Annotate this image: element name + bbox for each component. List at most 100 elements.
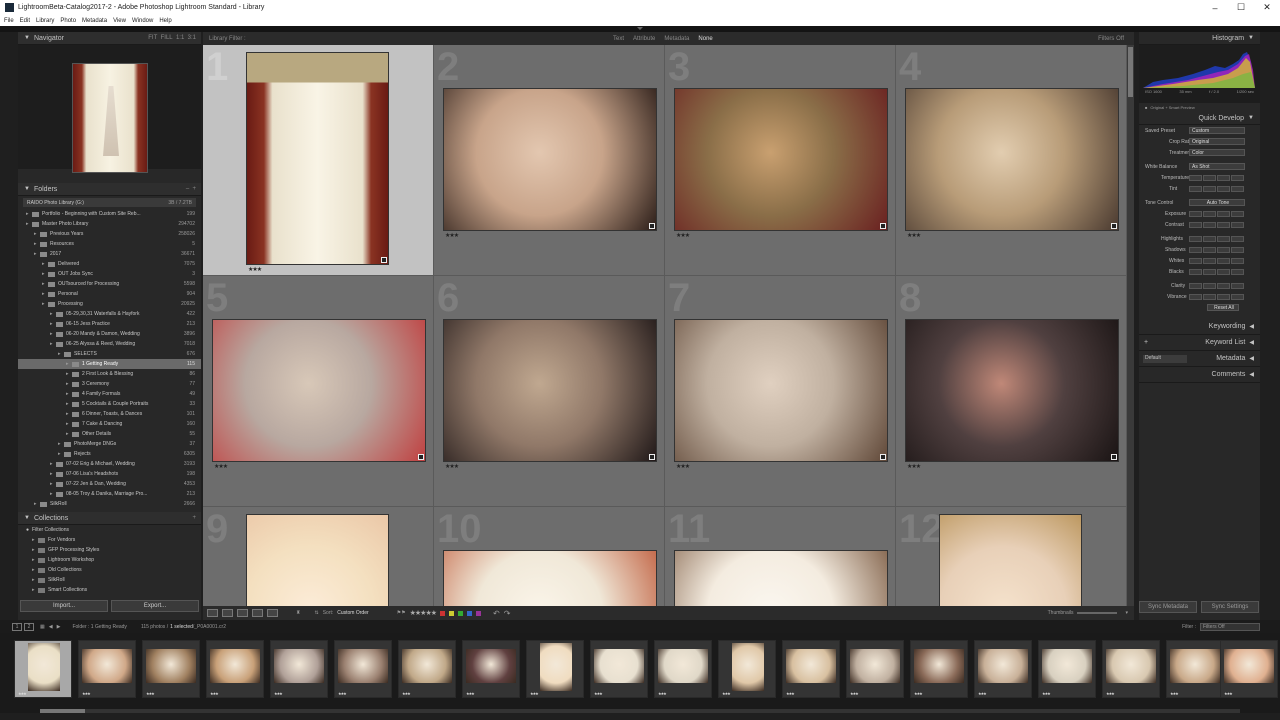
metadata-preset-dropdown[interactable]: Default: [1143, 354, 1187, 363]
grid-cell[interactable]: 1 ★★★: [203, 45, 434, 276]
folder-item[interactable]: ▸ OUTsourced for Processing 5598: [18, 279, 201, 289]
navigator-preview[interactable]: [18, 45, 201, 173]
filmstrip-thumbnail[interactable]: ★★★: [78, 640, 136, 698]
star-rating[interactable]: ★★★: [214, 463, 228, 470]
reset-all-button[interactable]: Reset All: [1207, 304, 1239, 311]
folder-item[interactable]: ▸ Rejects 6305: [18, 449, 201, 459]
whites-buttons[interactable]: [1189, 257, 1244, 264]
menu-photo[interactable]: Photo: [60, 18, 76, 24]
grid-cell[interactable]: 12★★★: [896, 507, 1127, 606]
grid-cell[interactable]: 8 ★★★: [896, 276, 1127, 507]
photo-thumbnail[interactable]: [246, 52, 389, 265]
grid-cell[interactable]: 2 ★★★: [434, 45, 665, 276]
survey-view-icon[interactable]: [252, 609, 263, 617]
white-balance-dropdown[interactable]: As Shot: [1189, 163, 1245, 170]
folder-item[interactable]: ▸ Resources 5: [18, 239, 201, 249]
zoom-fit[interactable]: FIT: [148, 35, 157, 41]
rotate-left-icon[interactable]: ↶: [493, 609, 500, 618]
folder-item[interactable]: ▸ 06-20 Mandy & Damon, Wedding 3896: [18, 329, 201, 339]
filmstrip-thumbnail[interactable]: ★★★: [526, 640, 584, 698]
collapse-triangle-icon[interactable]: ▼: [24, 35, 30, 41]
collection-set[interactable]: ▸ Lightroom Workshop: [18, 555, 201, 565]
photo-thumbnail[interactable]: [443, 88, 657, 231]
filmstrip-thumbnail[interactable]: ★★★: [590, 640, 648, 698]
star-rating[interactable]: ★★★: [445, 232, 459, 239]
filmstrip-image[interactable]: [732, 643, 764, 691]
menu-library[interactable]: Library: [36, 18, 54, 24]
quick-develop-header[interactable]: Quick Develop ▼: [1139, 112, 1260, 125]
filmstrip-image[interactable]: [146, 649, 196, 683]
grid-view-icon[interactable]: [207, 609, 218, 617]
crop-ratio-dropdown[interactable]: Original: [1189, 138, 1245, 145]
filmstrip-image[interactable]: [978, 649, 1028, 683]
keyword-add-icon[interactable]: +: [1144, 339, 1148, 346]
contrast-buttons[interactable]: [1189, 221, 1244, 228]
filmstrip-thumbnail[interactable]: ★★★: [782, 640, 840, 698]
folder-item[interactable]: ▸ 6 Dinner, Toasts, & Dances 101: [18, 409, 201, 419]
loupe-view-icon[interactable]: [222, 609, 233, 617]
vibrance-buttons[interactable]: [1189, 293, 1244, 300]
filter-metadata[interactable]: Metadata: [664, 36, 689, 42]
color-label-blue[interactable]: [467, 610, 473, 616]
photo-thumbnail[interactable]: [246, 514, 389, 606]
collection-set[interactable]: ▸ For Vendors: [18, 535, 201, 545]
folder-item[interactable]: ▸ Personal 904: [18, 289, 201, 299]
star-rating[interactable]: ★★★: [907, 463, 921, 470]
filmstrip-image[interactable]: [274, 649, 324, 683]
zoom-3-1[interactable]: 3:1: [188, 35, 196, 41]
grid-cell[interactable]: 4 ★★★: [896, 45, 1127, 276]
photo-thumbnail[interactable]: [674, 319, 888, 462]
filmstrip-thumbnail[interactable]: ★★★: [910, 640, 968, 698]
filmstrip-image[interactable]: [466, 649, 516, 683]
folder-item[interactable]: ▸ 2017 36671: [18, 249, 201, 259]
saved-preset-dropdown[interactable]: Custom: [1189, 127, 1245, 134]
grid-icon[interactable]: ▦: [40, 624, 45, 630]
filmstrip-filter-dropdown[interactable]: Filters Off: [1200, 622, 1260, 631]
filmstrip-image[interactable]: [338, 649, 388, 683]
main-window-button[interactable]: 1: [12, 622, 22, 631]
collapse-triangle-icon[interactable]: ▼: [24, 515, 30, 521]
color-label-green[interactable]: [458, 610, 464, 616]
folder-item[interactable]: ▸ Delivered 7075: [18, 259, 201, 269]
people-view-icon[interactable]: [267, 609, 278, 617]
folder-item[interactable]: ▸ Portfolio - Beginning with Custom Site …: [18, 209, 201, 219]
temperature-buttons[interactable]: [1189, 174, 1244, 181]
filmstrip-image[interactable]: [540, 643, 572, 691]
filmstrip-image[interactable]: [786, 649, 836, 683]
filmstrip-thumbnail[interactable]: ★★★: [270, 640, 328, 698]
collections-header[interactable]: ▼ Collections +: [18, 512, 201, 525]
star-rating[interactable]: ★★★: [248, 266, 262, 273]
folder-item[interactable]: ▸ 07-02 Erig & Michael, Wedding 3193: [18, 459, 201, 469]
photo-thumbnail[interactable]: [674, 550, 888, 606]
folder-item[interactable]: ▸ SilkRoll 2666: [18, 499, 201, 509]
folder-item[interactable]: ▸ SELECTS 676: [18, 349, 201, 359]
blacks-buttons[interactable]: [1189, 268, 1244, 275]
auto-tone-button[interactable]: Auto Tone: [1189, 199, 1245, 206]
volume-bar[interactable]: RAIDO Photo Library (G:) 3B / 7.2TB: [23, 198, 196, 207]
toolbar-menu-icon[interactable]: ▾: [1125, 610, 1128, 616]
import-button[interactable]: Import...: [20, 600, 108, 612]
photo-thumbnail[interactable]: [212, 319, 426, 462]
filmstrip-thumbnail[interactable]: ★★★: [14, 640, 72, 698]
keywording-header[interactable]: Keywording ◀: [1139, 319, 1260, 335]
filmstrip-thumbnail[interactable]: ★★★: [398, 640, 456, 698]
filmstrip-thumbnail[interactable]: ★★★: [1038, 640, 1096, 698]
menu-help[interactable]: Help: [159, 18, 171, 24]
grid-cell[interactable]: 5 ★★★: [203, 276, 434, 507]
filter-none[interactable]: None: [698, 36, 712, 42]
photo-thumbnail[interactable]: [443, 319, 657, 462]
painter-icon[interactable]: ♜: [296, 610, 300, 616]
folders-header[interactable]: ▼ Folders – +: [18, 183, 201, 196]
highlights-buttons[interactable]: [1189, 235, 1244, 242]
collection-set[interactable]: ▸ Smart Collections: [18, 585, 201, 595]
star-rating[interactable]: ★★★: [676, 232, 690, 239]
menu-edit[interactable]: Edit: [20, 18, 30, 24]
tint-buttons[interactable]: [1189, 185, 1244, 192]
photo-thumbnail[interactable]: [674, 88, 888, 231]
filmstrip-thumbnail[interactable]: ★★★: [334, 640, 392, 698]
histogram-header[interactable]: Histogram ▼: [1139, 32, 1260, 45]
grid-cell[interactable]: 10★★★: [434, 507, 665, 606]
navigator-header[interactable]: ▼ Navigator FIT FILL 1:1 3:1: [18, 32, 201, 45]
color-label-red[interactable]: [440, 610, 446, 616]
compare-view-icon[interactable]: [237, 609, 248, 617]
